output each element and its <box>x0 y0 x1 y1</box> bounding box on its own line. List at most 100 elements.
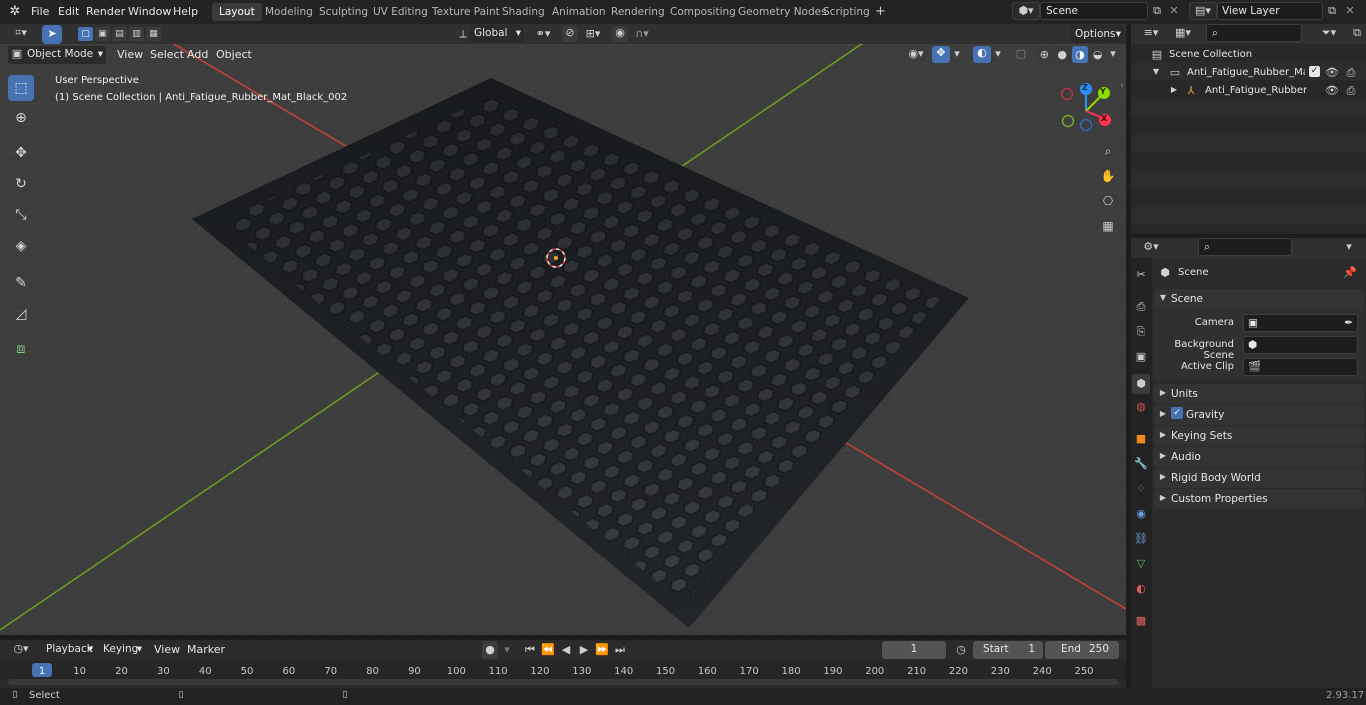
sidebar-toggle-icon[interactable]: ‹ <box>1118 80 1126 91</box>
zoom-icon[interactable]: ⌕ <box>1097 140 1119 162</box>
tab-animation[interactable]: Animation <box>545 3 613 21</box>
select-intersect-icon[interactable]: ▦ <box>146 27 161 41</box>
output-tab-icon[interactable]: ⎘ <box>1133 325 1149 339</box>
cursor-tool-icon[interactable]: ⊕ <box>8 105 34 131</box>
record-keyframe-icon[interactable]: ● <box>482 641 498 659</box>
proportional-edit-icon[interactable]: ◉ <box>612 26 628 42</box>
properties-options-icon[interactable]: ▾ <box>1340 240 1358 253</box>
collapse-arrow-icon[interactable]: ▶ <box>1170 85 1178 94</box>
xray-toggle-icon[interactable]: ▢ <box>1013 47 1029 60</box>
scene-name-field[interactable]: Scene <box>1040 2 1148 20</box>
use-preview-range-icon[interactable]: ◷ <box>954 643 968 656</box>
3d-viewport[interactable] <box>0 44 1126 635</box>
next-keyframe-icon[interactable]: ⏩ <box>594 643 610 656</box>
close-view-layer-icon[interactable]: ✕ <box>1344 4 1356 17</box>
gravity-checkbox[interactable]: ✓ <box>1171 407 1183 419</box>
solid-shading-icon[interactable]: ● <box>1053 46 1071 63</box>
camera-render-icon[interactable]: ⎙ <box>1344 66 1358 80</box>
object-camera-render-icon[interactable]: ⎙ <box>1344 84 1358 98</box>
blender-logo-icon[interactable]: ✲ <box>6 4 24 20</box>
copy-scene-icon[interactable]: ⧉ <box>1150 4 1164 18</box>
viewport-menu-object[interactable]: Object <box>216 46 252 64</box>
add-workspace-button[interactable]: + <box>868 3 893 21</box>
view-layer-tab-icon[interactable]: ▣ <box>1133 350 1149 363</box>
select-new-icon[interactable]: ▢ <box>78 27 93 41</box>
keying-menu[interactable]: Keying ▾ <box>99 641 145 659</box>
properties-editor-type-icon[interactable]: ⚙▾ <box>1138 240 1164 253</box>
pin-icon[interactable]: 📌 <box>1343 266 1357 279</box>
viewport-menu-add[interactable]: Add <box>187 46 208 64</box>
display-mode-icon[interactable]: ▦▾ <box>1170 26 1196 39</box>
start-frame-field[interactable]: Start 1 <box>973 641 1043 659</box>
measure-tool-icon[interactable]: ◿ <box>8 301 34 327</box>
scene-selector-icon[interactable]: ⬢▾ <box>1012 2 1040 20</box>
modifier-tab-icon[interactable]: 🔧 <box>1133 457 1149 470</box>
snap-toggle-icon[interactable]: ⊘ <box>562 26 578 42</box>
jump-start-icon[interactable]: ⏮ <box>522 643 538 657</box>
outliner-collection-item[interactable]: Anti_Fatigue_Rubber_Mat_Bla <box>1187 67 1305 78</box>
snap-target-icon[interactable]: ⊞▾ <box>580 27 606 40</box>
menu-window[interactable]: Window <box>128 3 171 21</box>
filter-icon[interactable]: ⏷▾ <box>1316 26 1342 40</box>
viewport-menu-select[interactable]: Select <box>150 46 184 64</box>
grid-perspective-icon[interactable]: ▦ <box>1097 215 1119 237</box>
texture-tab-icon[interactable]: ▩ <box>1133 614 1149 627</box>
timeline-menu-marker[interactable]: Marker <box>187 641 225 659</box>
tab-layout[interactable]: Layout <box>212 3 262 21</box>
expand-arrow-icon[interactable]: ▼ <box>1152 67 1160 76</box>
navigation-gizmo[interactable]: Z Y X <box>1060 83 1116 135</box>
properties-search-input[interactable]: ⌕ <box>1198 238 1292 256</box>
gizmo-dropdown-icon[interactable]: ▾ <box>951 47 963 60</box>
add-cube-tool-icon[interactable]: ⧈ <box>8 336 34 362</box>
outliner-scene-collection[interactable]: Scene Collection <box>1169 49 1252 60</box>
eye-icon[interactable]: 👁 <box>1325 66 1339 79</box>
move-tool-icon[interactable]: ✥ <box>8 140 34 166</box>
play-reverse-icon[interactable]: ◀ <box>558 643 574 656</box>
data-tab-icon[interactable]: ▽ <box>1133 557 1149 570</box>
object-mode-dropdown[interactable]: ▣ Object Mode ▾ <box>8 46 106 64</box>
select-extend-icon[interactable]: ▣ <box>95 27 110 41</box>
eyedropper-icon[interactable]: ✒ <box>1344 315 1353 331</box>
menu-edit[interactable]: Edit <box>58 3 79 21</box>
material-preview-icon[interactable]: ◑ <box>1071 46 1089 63</box>
select-invert-icon[interactable]: ▥ <box>129 27 144 41</box>
options-dropdown[interactable]: Options ▾ <box>1070 25 1124 43</box>
falloff-icon[interactable]: ∩▾ <box>630 27 654 40</box>
editor-type-icon[interactable]: ⌗▾ <box>8 26 34 40</box>
current-frame-field[interactable]: 1 <box>882 641 946 659</box>
rotate-tool-icon[interactable]: ↻ <box>8 171 34 197</box>
close-icon[interactable]: ✕ <box>1168 4 1180 17</box>
view-layer-field[interactable]: View Layer <box>1217 2 1323 20</box>
end-frame-field[interactable]: End 250 <box>1045 641 1119 659</box>
active-clip-field[interactable]: 🎬 <box>1243 358 1358 376</box>
auto-key-dropdown-icon[interactable]: ▾ <box>500 643 514 656</box>
collection-checkbox[interactable]: ✓ <box>1309 66 1320 77</box>
playback-menu[interactable]: Playback ▾ <box>42 641 96 659</box>
background-scene-field[interactable]: ⬢ <box>1243 336 1358 354</box>
menu-file[interactable]: File <box>31 3 49 21</box>
camera-view-icon[interactable]: ⎔ <box>1097 190 1119 212</box>
viewport-canvas[interactable] <box>0 44 1126 635</box>
pivot-point-icon[interactable]: ⚭▾ <box>530 27 556 40</box>
transform-orientation-dropdown[interactable]: Global ▾ <box>470 25 524 43</box>
timeline-menu-view[interactable]: View <box>154 641 180 659</box>
scale-tool-icon[interactable]: ⤡ <box>8 202 34 228</box>
outliner-search-input[interactable]: ⌕ <box>1206 24 1302 42</box>
wireframe-shading-icon[interactable]: ⊕ <box>1036 46 1053 63</box>
tab-shading[interactable]: Shading <box>495 3 552 21</box>
overlays-dropdown-icon[interactable]: ▾ <box>992 47 1004 60</box>
gizmo-toggle-icon[interactable]: ✥ <box>932 46 950 63</box>
menu-render[interactable]: Render <box>86 3 125 21</box>
scene-tab-icon[interactable]: ⬢ <box>1132 374 1150 394</box>
outliner-object-item[interactable]: Anti_Fatigue_Rubber_Ma <box>1205 85 1307 96</box>
physics-tab-icon[interactable]: ◉ <box>1133 507 1149 520</box>
play-icon[interactable]: ▶ <box>576 643 592 656</box>
particles-tab-icon[interactable]: ⁘ <box>1133 482 1149 495</box>
timeline-editor-type-icon[interactable]: ◷▾ <box>8 642 34 655</box>
copy-view-layer-icon[interactable]: ⧉ <box>1325 4 1339 18</box>
select-box-tool-icon[interactable]: ⬚ <box>8 75 34 101</box>
tab-modeling[interactable]: Modeling <box>258 3 320 21</box>
jump-end-icon[interactable]: ⏭ <box>612 643 628 657</box>
object-eye-icon[interactable]: 👁 <box>1325 84 1339 97</box>
world-tab-icon[interactable]: ◍ <box>1133 400 1149 413</box>
